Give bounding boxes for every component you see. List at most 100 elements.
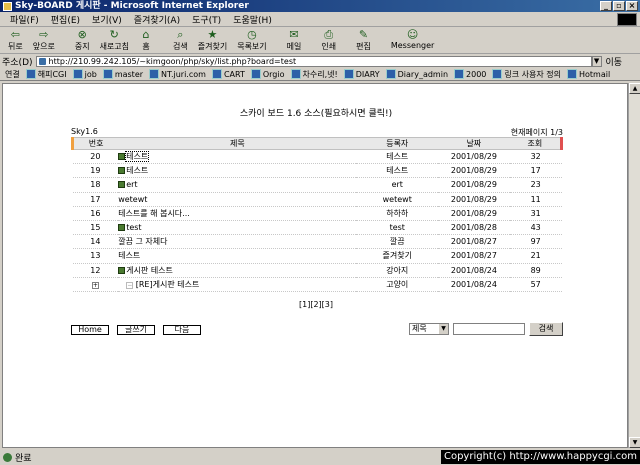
window-title-bar[interactable]: Sky-BOARD 게시판 - Microsoft Internet Explo…	[0, 0, 640, 12]
search-input[interactable]	[453, 323, 525, 335]
row-date: 2001/08/29	[438, 163, 510, 179]
row-title-cell: 테스트	[118, 163, 357, 179]
header-author: 등록자	[356, 137, 439, 150]
post-title-link[interactable]: 테스트를 해 봅시다...	[118, 209, 190, 218]
row-views: 97	[509, 234, 562, 250]
address-dropdown-button[interactable]: ▼	[591, 56, 602, 67]
expand-icon[interactable]: +	[91, 281, 99, 289]
row-title-cell: test	[118, 220, 357, 236]
chevron-down-icon: ▼	[439, 324, 448, 334]
link-item[interactable]: CART	[212, 69, 245, 79]
link-item[interactable]: 2000	[454, 69, 486, 79]
link-item[interactable]: 차수리,넷!	[291, 69, 338, 80]
status-text: 완료	[15, 453, 32, 464]
post-title-link[interactable]: test	[126, 223, 141, 232]
link-item[interactable]: Diary_admin	[386, 69, 448, 79]
messenger-button[interactable]: ☺ Messenger	[391, 28, 434, 50]
row-views: 89	[509, 263, 562, 278]
board-title-link[interactable]: 스카이 보드 1.6 소스(필요하시면 클릭!)	[3, 106, 629, 119]
refresh-button[interactable]: ↻ 새로고침	[100, 28, 129, 52]
search-field-select[interactable]: 제목 ▼	[409, 323, 449, 335]
post-title-link[interactable]: 테스트	[125, 151, 150, 163]
link-item[interactable]: 링크 사용자 정의	[492, 69, 561, 80]
print-button[interactable]: ⎙ 인쇄	[321, 28, 336, 52]
menu-edit[interactable]: 편집(E)	[51, 13, 80, 26]
copyright-banner: Copyright(c) http://www.happycgi.com	[440, 450, 640, 464]
menu-favorites[interactable]: 즐겨찾기(A)	[134, 13, 180, 26]
forward-button[interactable]: ⇨ 앞으로	[33, 28, 55, 52]
row-title-cell: 깔끔 그 자체다	[118, 234, 357, 250]
link-item[interactable]: 해피CGI	[26, 69, 67, 80]
window-title: Sky-BOARD 게시판 - Microsoft Internet Explo…	[15, 1, 249, 11]
link-item[interactable]: job	[73, 69, 97, 79]
header-views: 조회	[509, 137, 563, 150]
menu-view[interactable]: 보기(V)	[92, 13, 122, 26]
back-button[interactable]: ⇦ 뒤로	[8, 28, 23, 52]
row-views: 21	[509, 248, 562, 264]
row-num: 13	[72, 248, 119, 264]
post-title-link[interactable]: [RE]게시판 테스트	[136, 280, 200, 289]
favorites-icon: ★	[207, 28, 218, 41]
write-button[interactable]: 글쓰기	[117, 325, 155, 335]
minimize-button[interactable]: _	[600, 1, 612, 11]
post-title-link[interactable]: 깔끔 그 자체다	[118, 237, 167, 246]
forward-arrow-icon: ⇨	[39, 28, 49, 41]
scroll-up-button[interactable]: ▲	[629, 83, 640, 94]
next-button[interactable]: 다음	[163, 325, 201, 335]
row-num: 14	[72, 234, 119, 250]
menu-bar: 파일(F) 편집(E) 보기(V) 즐겨찾기(A) 도구(T) 도움말(H)	[0, 12, 640, 27]
post-title-link[interactable]: ert	[126, 180, 137, 189]
row-views: 43	[509, 220, 562, 236]
go-button[interactable]: 이동	[606, 55, 623, 68]
post-title-link[interactable]: 테스트	[118, 251, 140, 260]
mail-button[interactable]: ✉ 메일	[287, 28, 302, 52]
table-header-row: 번호 제목 등록자 날짜 조회	[71, 137, 563, 150]
maximize-button[interactable]: ▫	[613, 1, 625, 11]
favorites-button[interactable]: ★ 즐겨찾기	[198, 28, 227, 52]
link-item[interactable]: Hotmail	[567, 69, 610, 79]
row-author: test	[356, 220, 439, 236]
row-author: 강아지	[356, 263, 439, 278]
row-author: 고양이	[356, 277, 439, 292]
row-date: 2001/08/24	[438, 277, 510, 292]
row-title-cell: − [RE]게시판 테스트	[118, 277, 357, 292]
row-author: 깔끔	[356, 234, 439, 250]
row-views: 32	[509, 149, 562, 165]
stop-button[interactable]: ⊗ 중지	[75, 28, 90, 52]
post-title-link[interactable]: wetewt	[118, 195, 147, 204]
board-table: 번호 제목 등록자 날짜 조회 20 테스트 테스트 2001/08/29 32…	[71, 137, 563, 292]
row-views: 23	[509, 177, 562, 193]
search-submit-button[interactable]: 검색	[529, 322, 563, 336]
history-button[interactable]: ◷ 목록보기	[237, 28, 266, 52]
menu-file[interactable]: 파일(F)	[10, 13, 39, 26]
address-input[interactable]: http://210.99.242.105/~kimgoon/php/sky/l…	[35, 56, 592, 67]
post-title-link[interactable]: 테스트	[126, 166, 148, 175]
edit-button[interactable]: ✎ 편집	[356, 28, 371, 52]
back-arrow-icon: ⇦	[10, 28, 20, 41]
globe-icon	[3, 452, 12, 462]
pagination[interactable]: [1][2][3]	[3, 300, 629, 309]
home-link-button[interactable]: Home	[71, 325, 109, 335]
menu-tools[interactable]: 도구(T)	[192, 13, 221, 26]
home-button[interactable]: ⌂ 홈	[139, 28, 153, 52]
scroll-down-button[interactable]: ▼	[629, 437, 640, 448]
search-button[interactable]: ⌕ 검색	[173, 28, 188, 52]
close-button[interactable]: ×	[626, 1, 638, 11]
row-date: 2001/08/29	[438, 177, 510, 193]
picture-icon	[118, 224, 126, 232]
link-item[interactable]: Orgio	[251, 69, 285, 79]
table-row: 19 테스트 테스트 2001/08/29 17	[72, 163, 562, 179]
row-views: 31	[509, 206, 562, 221]
row-title-cell: 게시판 테스트	[118, 263, 357, 278]
table-row: 18 ert ert 2001/08/29 23	[72, 177, 562, 193]
post-title-link[interactable]: 게시판 테스트	[126, 266, 173, 275]
link-item[interactable]: DIARY	[344, 69, 380, 79]
ie-icon	[3, 1, 12, 11]
link-item[interactable]: master	[103, 69, 143, 79]
vertical-scrollbar[interactable]: ▲ ▼	[628, 83, 640, 448]
row-title-cell: wetewt	[118, 192, 357, 207]
row-title-cell: 테스트를 해 봅시다...	[118, 206, 357, 221]
menu-help[interactable]: 도움말(H)	[233, 13, 272, 26]
row-author: 테스트	[356, 163, 439, 179]
link-item[interactable]: NT.juri.com	[149, 69, 206, 79]
